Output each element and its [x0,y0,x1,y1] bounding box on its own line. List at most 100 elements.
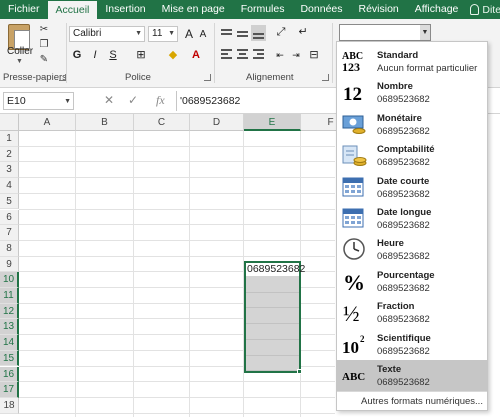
selected-range[interactable]: 0689523682 [244,261,305,373]
row-header-11[interactable]: 11 [0,288,19,304]
svg-text:%: % [343,270,365,293]
italic-button[interactable]: I [89,48,101,62]
format-item-date-courte[interactable]: Date courte 0689523682 [337,172,487,203]
row-header-5[interactable]: 5 [0,193,19,210]
font-size-select[interactable]: 11 ▼ [148,26,178,42]
wrap-text-icon[interactable]: ↵ [296,25,310,39]
row-gridline [19,239,335,241]
tell-me-label: Dites-nous [482,3,500,16]
format-item-mon-taire[interactable]: Monétaire 0689523682 [337,109,487,140]
borders-icon[interactable]: ⊞ [134,48,148,62]
insert-function-button[interactable]: fx [156,93,165,108]
column-header-c[interactable]: C [134,114,190,131]
row-header-7[interactable]: 7 [0,225,19,241]
tab-accueil[interactable]: Accueil [47,0,98,19]
tab-formules[interactable]: Formules [233,0,293,19]
clock-icon [341,237,369,261]
format-item-texte[interactable]: ABC Texte 0689523682 [337,360,487,391]
format-painter-icon[interactable]: ✎ [38,55,50,65]
more-number-formats[interactable]: Autres formats numériques... [337,391,487,411]
number-format-select[interactable] [339,24,431,41]
column-gridline [133,131,134,417]
paste-dropdown-icon[interactable]: ▼ [16,58,23,65]
format-item-preview: 0689523682 [377,377,430,388]
increase-indent-icon[interactable]: ⇥ [288,48,304,62]
row-header-17[interactable]: 17 [0,382,19,398]
column-header-d[interactable]: D [190,114,244,131]
column-header-a[interactable]: A [19,114,76,131]
row-header-12[interactable]: 12 [0,303,19,320]
format-item-preview: Aucun format particulier [377,63,478,74]
column-header-b[interactable]: B [76,114,134,131]
format-item-nombre[interactable]: 12 Nombre 0689523682 [337,77,487,108]
tab-donnees[interactable]: Données [292,0,350,19]
svg-text:ABC: ABC [342,371,365,383]
row-header-6[interactable]: 6 [0,209,19,226]
format-item-preview: 0689523682 [377,251,430,263]
format-item-fraction[interactable]: ½ Fraction 0689523682 [337,297,487,328]
chevron-down-icon: ▼ [64,98,71,105]
tell-me-box[interactable]: Dites-nous [470,4,500,16]
format-item-date-longue[interactable]: Date longue 0689523682 [337,203,487,234]
row-header-8[interactable]: 8 [0,240,19,257]
tab-revision[interactable]: Révision [351,0,407,19]
enter-icon[interactable]: ✓ [128,93,138,107]
column-header-e[interactable]: E [244,114,301,131]
row-header-1[interactable]: 1 [0,131,19,147]
clipboard-launcher-icon[interactable] [59,74,66,81]
formula-input[interactable]: '0689523682 [180,93,240,109]
row-header-15[interactable]: 15 [0,350,19,367]
format-item-title: Nombre [377,81,413,93]
fill-handle[interactable] [297,369,302,374]
shrink-font-icon[interactable]: A [197,28,209,42]
row-header-14[interactable]: 14 [0,335,19,351]
row-header-10[interactable]: 10 [0,272,19,288]
lightbulb-icon [470,4,480,15]
row-header-16[interactable]: 16 [0,366,19,383]
format-item-standard[interactable]: ABC 123 Standard Aucun format particulier [337,46,487,77]
formula-bar-icons: ✕ ✓ fx [100,93,170,109]
align-bottom-icon[interactable] [251,25,266,41]
format-item-preview: 0689523682 [377,125,430,137]
formula-separator [176,91,177,111]
underline-button[interactable]: S [107,48,119,62]
format-item-title: Fraction [377,301,415,313]
fill-color-icon[interactable]: ◆ [166,48,180,62]
merge-center-icon[interactable]: ⊟ [306,48,322,62]
name-box[interactable]: E10 ▼ [3,92,74,110]
cell-divider [246,307,299,309]
font-color-icon[interactable]: A [190,48,202,62]
font-name-select[interactable]: Calibri ▼ [69,26,145,42]
row-header-18[interactable]: 18 [0,397,19,414]
tab-affichage[interactable]: Affichage [407,0,467,19]
format-item-title: Standard [377,50,419,61]
number-format-dropdown-icon[interactable]: ▼ [420,25,430,40]
paste-button-label[interactable]: Coller [7,46,33,57]
row-header-4[interactable]: 4 [0,178,19,194]
bold-button[interactable]: G [71,48,83,62]
row-header-3[interactable]: 3 [0,162,19,179]
format-item-comptabilit-[interactable]: Comptabilité 0689523682 [337,140,487,171]
row-header-13[interactable]: 13 [0,319,19,336]
row-header-9[interactable]: 9 [0,256,19,273]
chevron-down-icon: ▼ [168,30,175,37]
cancel-icon[interactable]: ✕ [104,93,114,107]
row-header-2[interactable]: 2 [0,146,19,163]
alignment-launcher-icon[interactable] [322,74,329,81]
format-item-scientifique[interactable]: 10 2 Scientifique 0689523682 [337,329,487,360]
decrease-indent-icon[interactable]: ⇤ [272,48,288,62]
select-all-button[interactable] [0,114,19,131]
format-item-heure[interactable]: Heure 0689523682 [337,234,487,265]
svg-text:12: 12 [343,84,362,104]
orientation-icon[interactable]: ⤢ [274,25,288,39]
tab-fichier[interactable]: Fichier [0,0,48,19]
format-item-pourcentage[interactable]: % Pourcentage 0689523682 [337,266,487,297]
tab-mise-en-page[interactable]: Mise en page [154,0,233,19]
group-divider [66,23,67,83]
copy-icon[interactable]: ❐ [38,40,50,50]
font-launcher-icon[interactable] [204,74,211,81]
grow-font-icon[interactable]: A [182,27,196,41]
active-cell-e10[interactable]: 0689523682 [246,263,305,276]
tab-insertion[interactable]: Insertion [97,0,153,19]
cut-icon[interactable]: ✂ [38,25,50,35]
